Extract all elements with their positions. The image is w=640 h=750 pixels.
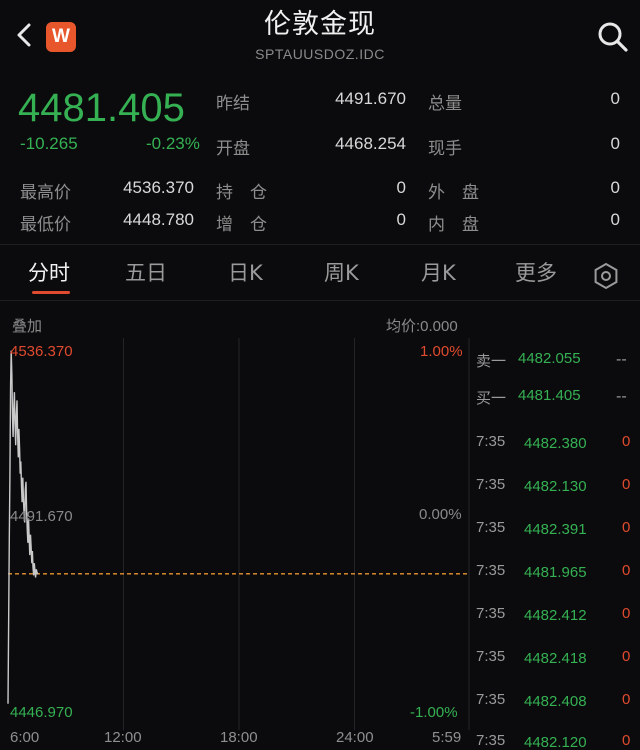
tab-monthly-k[interactable]: 月K: [421, 257, 456, 287]
price-change: -10.265: [20, 134, 78, 153]
y-tick-mid: 4491.670: [10, 508, 73, 525]
divider: [0, 300, 640, 301]
ask-volume: --: [616, 350, 627, 368]
open-label: 开盘: [216, 139, 250, 159]
low-label: 最低价: [20, 215, 71, 235]
avg-price-label: 均价:0.000: [386, 318, 458, 335]
x-tick: 12:00: [104, 729, 142, 746]
high-label: 最高价: [20, 183, 71, 203]
trade-volume: 0: [622, 648, 631, 665]
open-interest-value: 0: [396, 178, 406, 197]
y-tick-top: 4536.370: [10, 343, 73, 360]
chart-grid: [123, 338, 470, 730]
trade-volume: 0: [622, 519, 631, 536]
trade-price: 4482.120: [524, 734, 587, 750]
trade-time: 7:35: [476, 648, 506, 665]
overlay-button[interactable]: 叠加: [12, 315, 42, 336]
open-value: 4468.254: [335, 134, 406, 153]
price-series-line: [7, 350, 39, 704]
intraday-chart[interactable]: [0, 338, 470, 730]
top-bar: W 伦敦金现 SPTAUUSDOZ.IDC: [0, 0, 640, 78]
inner-value: 0: [610, 210, 620, 229]
outer-label: 外 盘: [428, 183, 479, 203]
y-tick-mid-pct: 0.00%: [419, 506, 462, 523]
oi-change-value: 0: [396, 210, 406, 229]
total-volume-label: 总量: [428, 94, 462, 114]
x-tick: 5:59: [432, 729, 462, 746]
current-hand-value: 0: [610, 134, 620, 153]
trade-volume: 0: [622, 433, 631, 450]
low-value: 4448.780: [123, 210, 194, 229]
outer-value: 0: [610, 178, 620, 197]
trade-price: 4482.412: [524, 607, 587, 624]
trade-time: 7:35: [476, 433, 506, 450]
trade-time: 7:35: [476, 732, 506, 749]
trade-volume: 0: [622, 605, 631, 622]
x-tick: 24:00: [336, 729, 374, 746]
prev-close-value: 4491.670: [335, 89, 406, 108]
trade-time: 7:35: [476, 562, 506, 579]
trade-volume: 0: [622, 691, 631, 708]
chart-tabs: 分时 五日 日K 周K 月K 更多: [0, 247, 640, 299]
bid-volume: --: [616, 387, 627, 405]
ask-price: 4482.055: [518, 350, 581, 367]
high-value: 4536.370: [123, 178, 194, 197]
y-tick-top-pct: 1.00%: [420, 343, 463, 360]
gear-icon[interactable]: [592, 262, 620, 290]
trade-time: 7:35: [476, 476, 506, 493]
y-tick-bottom: 4446.970: [10, 704, 73, 721]
bid-label: 买一: [476, 389, 507, 407]
last-price: 4481.405: [18, 86, 185, 130]
page-title: 伦敦金现: [264, 9, 376, 40]
trade-volume: 0: [622, 562, 631, 579]
trade-volume: 0: [622, 732, 631, 749]
x-tick: 6:00: [10, 729, 40, 746]
trade-time: 7:35: [476, 691, 506, 708]
symbol-code: SPTAUUSDOZ.IDC: [255, 46, 385, 62]
trade-price: 4482.418: [524, 650, 587, 667]
trade-price: 4481.965: [524, 564, 587, 581]
trade-price: 4482.391: [524, 521, 587, 538]
trade-price: 4482.408: [524, 693, 587, 710]
x-tick: 18:00: [220, 729, 258, 746]
trade-time: 7:35: [476, 605, 506, 622]
trade-price: 4482.380: [524, 435, 587, 452]
active-tab-indicator: [32, 291, 70, 294]
bid-price: 4481.405: [518, 387, 581, 404]
tab-five-day[interactable]: 五日: [125, 257, 167, 287]
total-volume-value: 0: [610, 89, 620, 108]
open-interest-label: 持 仓: [216, 183, 267, 203]
tab-more[interactable]: 更多: [515, 257, 557, 287]
current-hand-label: 现手: [428, 139, 462, 159]
tab-intraday[interactable]: 分时: [28, 257, 70, 287]
price-change-pct: -0.23%: [146, 134, 200, 153]
tab-daily-k[interactable]: 日K: [228, 257, 263, 287]
trade-volume: 0: [622, 476, 631, 493]
divider: [0, 244, 640, 245]
inner-label: 内 盘: [428, 215, 479, 235]
tab-weekly-k[interactable]: 周K: [324, 257, 359, 287]
oi-change-label: 增 仓: [216, 215, 267, 235]
prev-close-label: 昨结: [216, 94, 250, 114]
ask-label: 卖一: [476, 352, 507, 370]
search-icon[interactable]: [596, 20, 630, 54]
trade-time: 7:35: [476, 519, 506, 536]
y-tick-bottom-pct: -1.00%: [410, 704, 458, 721]
trade-price: 4482.130: [524, 478, 587, 495]
